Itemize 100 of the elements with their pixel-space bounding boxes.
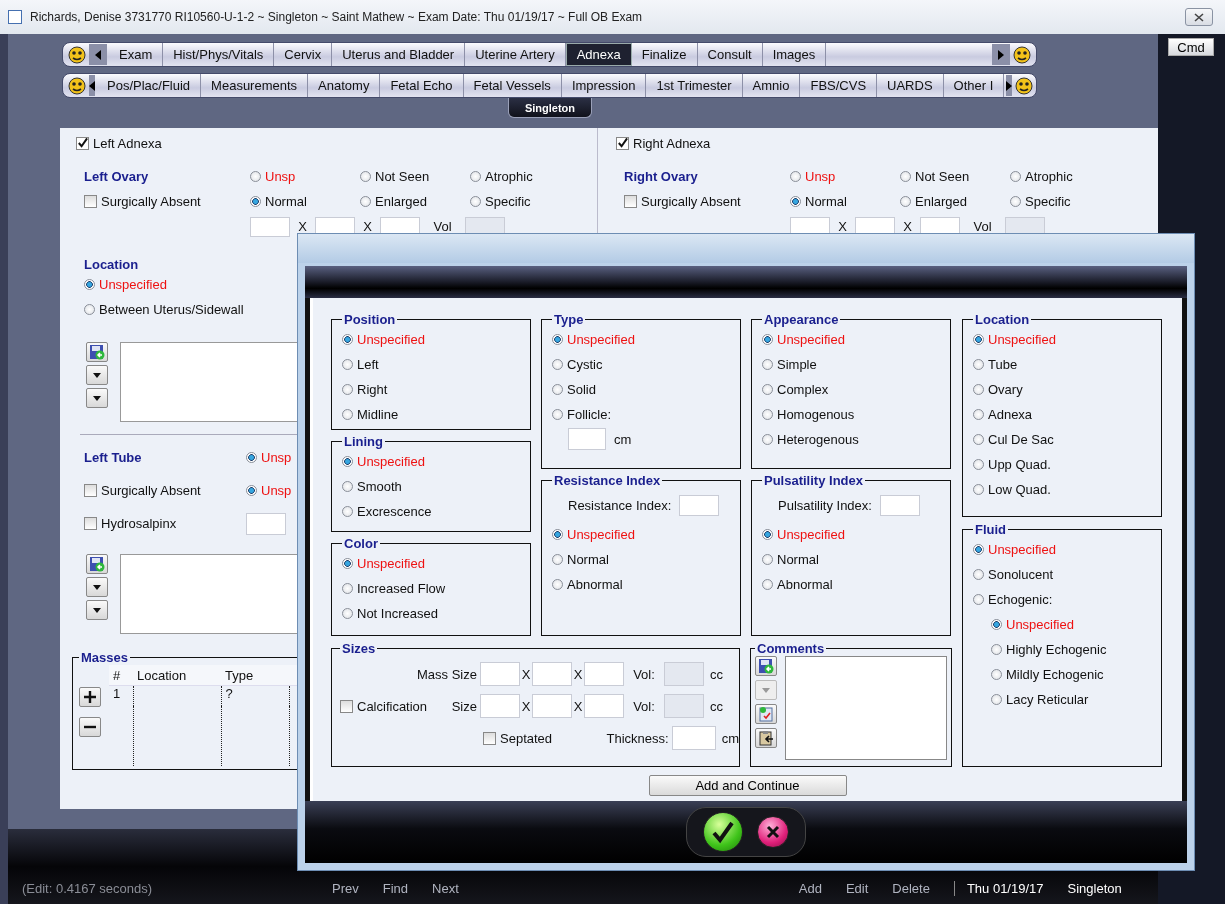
radio-button[interactable] xyxy=(342,456,353,467)
checkbox[interactable] xyxy=(84,195,97,208)
radio-button[interactable] xyxy=(973,484,984,495)
radio-button[interactable] xyxy=(762,579,773,590)
tab[interactable]: 1st Trimester xyxy=(646,74,743,97)
checkbox-label[interactable]: Hydrosalpinx xyxy=(101,516,177,531)
checkbox-label[interactable]: Calcification xyxy=(357,698,428,714)
tab[interactable]: Hist/Phys/Vitals xyxy=(163,43,275,66)
option-label[interactable]: Tube xyxy=(988,357,1018,372)
option-label[interactable]: Unsp xyxy=(261,450,292,465)
option-label[interactable]: Lacy Reticular xyxy=(1006,692,1089,707)
radio-button[interactable] xyxy=(250,196,261,207)
confirm-button[interactable] xyxy=(703,812,743,852)
option-label[interactable]: Complex xyxy=(777,382,829,397)
radio-button[interactable] xyxy=(991,619,1002,630)
option-label[interactable]: Abnormal xyxy=(567,577,623,592)
tab[interactable]: Singleton xyxy=(508,98,592,118)
radio-button[interactable] xyxy=(790,171,801,182)
tab[interactable]: Measurements xyxy=(201,74,309,97)
checkbox-label[interactable]: Septated xyxy=(500,730,553,746)
text-field[interactable] xyxy=(532,694,572,718)
option-label[interactable]: Abnormal xyxy=(777,577,833,592)
checkbox[interactable] xyxy=(84,517,97,530)
checkbox[interactable] xyxy=(340,699,353,713)
option-label[interactable]: Low Quad. xyxy=(988,482,1051,497)
nav-link[interactable]: Prev xyxy=(332,881,359,896)
radio-button[interactable] xyxy=(1010,171,1021,182)
option-label[interactable]: Unsp xyxy=(805,169,836,184)
option-label[interactable]: Unsp xyxy=(265,169,296,184)
option-label[interactable]: Sonolucent xyxy=(988,567,1054,582)
option-label[interactable]: Echogenic: xyxy=(988,592,1053,607)
option-label[interactable]: Specific xyxy=(485,194,531,209)
radio-button[interactable] xyxy=(470,171,481,182)
option-label[interactable]: Unspecified xyxy=(567,527,635,542)
comments-field[interactable] xyxy=(785,656,947,760)
checkbox[interactable] xyxy=(616,136,629,150)
checkbox[interactable] xyxy=(624,195,637,208)
option-label[interactable]: Left xyxy=(357,357,379,372)
option-label[interactable]: Cul De Sac xyxy=(988,432,1054,447)
option-label[interactable]: Midline xyxy=(357,407,399,422)
tab[interactable]: Exam xyxy=(109,43,164,66)
checkbox-label[interactable]: Right Adnexa xyxy=(633,135,711,151)
option-label[interactable]: Unspecified xyxy=(988,332,1056,347)
text-field[interactable] xyxy=(480,662,520,686)
text-field[interactable] xyxy=(584,662,624,686)
radio-button[interactable] xyxy=(973,594,984,605)
radio-button[interactable] xyxy=(552,579,563,590)
tab[interactable]: Fetal Echo xyxy=(380,74,464,97)
radio-button[interactable] xyxy=(973,334,984,345)
text-field[interactable] xyxy=(532,662,572,686)
tab[interactable]: Images xyxy=(762,43,827,66)
radio-button[interactable] xyxy=(762,384,773,395)
option-label[interactable]: Normal xyxy=(777,552,819,567)
tab[interactable]: Cervix xyxy=(274,43,333,66)
remove-button[interactable] xyxy=(79,717,101,737)
option-label[interactable]: Unspecified xyxy=(357,332,425,347)
cmd-button[interactable]: Cmd xyxy=(1168,38,1214,56)
dropdown-button[interactable] xyxy=(86,388,108,408)
text-field[interactable] xyxy=(246,512,286,535)
option-label[interactable]: Adnexa xyxy=(988,407,1033,422)
option-label[interactable]: Upp Quad. xyxy=(988,457,1051,472)
radio-button[interactable] xyxy=(991,644,1002,655)
option-label[interactable]: Not Seen xyxy=(375,169,430,184)
option-label[interactable]: Unsp xyxy=(261,483,292,498)
radio-button[interactable] xyxy=(900,196,911,207)
option-label[interactable]: Not Increased xyxy=(357,606,438,621)
option-label[interactable]: Solid xyxy=(567,382,596,397)
option-label[interactable]: Ovary xyxy=(988,382,1023,397)
text-field[interactable] xyxy=(568,428,606,450)
radio-button[interactable] xyxy=(973,409,984,420)
option-label[interactable]: Homogenous xyxy=(777,407,855,422)
radio-button[interactable] xyxy=(342,481,353,492)
tab[interactable]: Uterus and Bladder xyxy=(332,43,466,66)
tab[interactable]: Adnexa xyxy=(565,43,632,66)
cancel-button[interactable] xyxy=(757,816,789,848)
radio-button[interactable] xyxy=(991,669,1002,680)
radio-button[interactable] xyxy=(342,409,353,420)
radio-button[interactable] xyxy=(762,409,773,420)
tab[interactable]: Uterine Artery xyxy=(465,43,566,66)
dropdown-button[interactable] xyxy=(86,365,108,385)
radio-button[interactable] xyxy=(762,334,773,345)
tab[interactable]: Anatomy xyxy=(308,74,381,97)
option-label[interactable]: Unspecified xyxy=(777,527,845,542)
action-link[interactable]: Edit xyxy=(845,881,869,896)
radio-button[interactable] xyxy=(360,171,371,182)
radio-button[interactable] xyxy=(360,196,371,207)
nav-link[interactable]: Find xyxy=(382,881,409,896)
radio-button[interactable] xyxy=(84,304,95,315)
scroll-right-button[interactable] xyxy=(1006,75,1013,96)
option-label[interactable]: Unspecified xyxy=(777,332,845,347)
radio-button[interactable] xyxy=(342,558,353,569)
option-label[interactable]: Normal xyxy=(265,194,307,209)
radio-button[interactable] xyxy=(552,529,563,540)
action-link[interactable]: Delete xyxy=(892,881,930,896)
checkbox-label[interactable]: Surgically Absent xyxy=(101,483,201,498)
option-label[interactable]: Mildly Echogenic xyxy=(1006,667,1104,682)
checkbox-label[interactable]: Surgically Absent xyxy=(641,194,741,209)
close-button[interactable] xyxy=(1185,8,1213,26)
radio-button[interactable] xyxy=(552,334,563,345)
tab[interactable]: Pos/Plac/Fluid xyxy=(97,74,202,97)
